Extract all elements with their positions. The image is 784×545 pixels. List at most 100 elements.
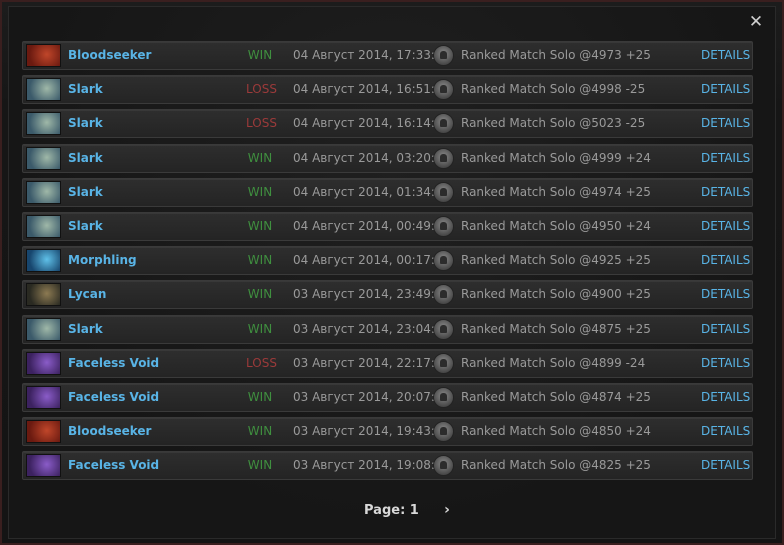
match-result: WIN bbox=[247, 458, 273, 473]
ranked-mode-icon bbox=[433, 386, 454, 408]
slark-portrait-icon bbox=[26, 146, 61, 170]
match-mode: Ranked Match Solo @4925 +25 bbox=[461, 253, 651, 268]
match-date: 04 Август 2014, 00:49:32 bbox=[293, 218, 451, 233]
details-link[interactable]: DETAILS bbox=[701, 356, 750, 370]
bloodseeker-portrait-icon bbox=[26, 44, 61, 67]
ranked-mode-icon bbox=[433, 352, 454, 374]
hero-name: Slark bbox=[68, 321, 103, 336]
match-result: WIN bbox=[247, 150, 273, 165]
details-link[interactable]: DETAILS bbox=[701, 116, 750, 130]
details-link[interactable]: DETAILS bbox=[701, 219, 750, 233]
match-result: LOSS bbox=[246, 355, 277, 370]
hero-name: Slark bbox=[68, 150, 103, 165]
details-link[interactable]: DETAILS bbox=[701, 253, 750, 267]
hero-name: Faceless Void bbox=[68, 458, 160, 473]
details-link[interactable]: DETAILS bbox=[701, 424, 750, 438]
match-list: Bloodseeker WIN 04 Август 2014, 17:33:40 Ra… bbox=[22, 41, 753, 485]
ranked-mode-icon bbox=[433, 421, 454, 443]
match-mode: Ranked Match Solo @4950 +24 bbox=[461, 218, 651, 233]
match-date: 04 Август 2014, 17:33:40 bbox=[293, 48, 451, 62]
match-row[interactable]: Lycan WIN 03 Август 2014, 23:49:38 Ranked M… bbox=[22, 280, 753, 310]
hero-name: Slark bbox=[68, 116, 103, 131]
hero-name: Morphling bbox=[68, 253, 137, 268]
close-icon[interactable]: ✕ bbox=[747, 13, 765, 31]
match-mode: Ranked Match Solo @4850 +24 bbox=[461, 424, 651, 439]
details-link[interactable]: DETAILS bbox=[701, 185, 750, 199]
match-mode: Ranked Match Solo @4875 +25 bbox=[461, 321, 651, 336]
faceless-void-portrait-icon bbox=[26, 351, 61, 375]
ranked-mode-icon bbox=[433, 45, 454, 66]
details-link[interactable]: DETAILS bbox=[701, 287, 750, 301]
match-mode: Ranked Match Solo @4999 +24 bbox=[461, 150, 651, 165]
hero-name: Slark bbox=[68, 82, 103, 97]
match-result: WIN bbox=[247, 389, 273, 404]
ranked-mode-icon bbox=[433, 284, 454, 306]
hero-name: Slark bbox=[68, 218, 103, 233]
match-row[interactable]: Slark WIN 04 Август 2014, 03:20:57 Ranked M… bbox=[22, 143, 753, 173]
match-result: WIN bbox=[247, 424, 273, 439]
details-link[interactable]: DETAILS bbox=[701, 48, 750, 62]
slark-portrait-icon bbox=[26, 78, 61, 102]
ranked-mode-icon bbox=[433, 250, 454, 272]
match-date: 04 Август 2014, 01:34:38 bbox=[293, 184, 451, 199]
match-date: 03 Август 2014, 19:43:34 bbox=[293, 424, 451, 439]
lycan-portrait-icon bbox=[26, 283, 61, 307]
match-result: WIN bbox=[247, 184, 273, 199]
match-row[interactable]: Slark LOSS 04 Август 2014, 16:14:13 Ranked … bbox=[22, 109, 753, 139]
match-result: LOSS bbox=[246, 82, 277, 97]
ranked-mode-icon bbox=[433, 147, 454, 169]
match-mode: Ranked Match Solo @4874 +25 bbox=[461, 389, 651, 404]
match-row[interactable]: Faceless Void WIN 03 Август 2014, 20:07:36… bbox=[22, 382, 753, 412]
match-row[interactable]: Slark WIN 04 Август 2014, 00:49:32 Ranked M… bbox=[22, 211, 753, 241]
ranked-mode-icon bbox=[433, 181, 454, 203]
match-date: 04 Август 2014, 03:20:57 bbox=[293, 150, 451, 165]
faceless-void-portrait-icon bbox=[26, 385, 61, 409]
match-mode: Ranked Match Solo @4899 -24 bbox=[461, 355, 646, 370]
match-date: 03 Август 2014, 19:08:44 bbox=[293, 458, 451, 473]
match-result: WIN bbox=[247, 48, 273, 62]
match-result: WIN bbox=[247, 253, 273, 268]
details-link[interactable]: DETAILS bbox=[701, 390, 750, 404]
bloodseeker-portrait-icon bbox=[26, 420, 61, 444]
slark-portrait-icon bbox=[26, 317, 61, 341]
details-link[interactable]: DETAILS bbox=[701, 458, 750, 472]
match-row[interactable]: Bloodseeker WIN 04 Август 2014, 17:33:40 Ra… bbox=[22, 41, 753, 70]
details-link[interactable]: DETAILS bbox=[701, 151, 750, 165]
match-mode: Ranked Match Solo @4973 +25 bbox=[461, 48, 651, 62]
details-link[interactable]: DETAILS bbox=[701, 322, 750, 336]
match-row[interactable]: Slark LOSS 04 Август 2014, 16:51:35 Ranked … bbox=[22, 75, 753, 105]
match-row[interactable]: Faceless Void WIN 03 Август 2014, 19:08:44… bbox=[22, 451, 753, 481]
match-result: WIN bbox=[247, 321, 273, 336]
match-row[interactable]: Morphling WIN 04 Август 2014, 00:17:12 Rank… bbox=[22, 246, 753, 276]
match-result: WIN bbox=[247, 218, 273, 233]
match-date: 03 Август 2014, 22:17:49 bbox=[293, 355, 451, 370]
ranked-mode-icon bbox=[433, 79, 454, 101]
ranked-mode-icon bbox=[433, 455, 454, 477]
hero-name: Slark bbox=[68, 184, 103, 199]
faceless-void-portrait-icon bbox=[26, 454, 61, 478]
next-page-chevron-icon[interactable]: › bbox=[440, 502, 454, 520]
match-result: WIN bbox=[247, 287, 273, 302]
match-date: 04 Август 2014, 16:51:35 bbox=[293, 82, 451, 97]
match-row[interactable]: Slark WIN 03 Август 2014, 23:04:40 Ranked M… bbox=[22, 314, 753, 344]
match-mode: Ranked Match Solo @4825 +25 bbox=[461, 458, 651, 473]
slark-portrait-icon bbox=[26, 112, 61, 136]
slark-portrait-icon bbox=[26, 214, 61, 238]
match-date: 03 Август 2014, 23:04:40 bbox=[293, 321, 451, 336]
hero-name: Faceless Void bbox=[68, 355, 160, 370]
match-date: 04 Август 2014, 00:17:12 bbox=[293, 253, 451, 268]
hero-name: Faceless Void bbox=[68, 389, 160, 404]
match-date: 04 Август 2014, 16:14:13 bbox=[293, 116, 451, 131]
match-result: LOSS bbox=[246, 116, 277, 131]
hero-name: Bloodseeker bbox=[68, 424, 152, 439]
match-mode: Ranked Match Solo @5023 -25 bbox=[461, 116, 646, 131]
match-mode: Ranked Match Solo @4998 -25 bbox=[461, 82, 646, 97]
match-date: 03 Август 2014, 20:07:36 bbox=[293, 389, 451, 404]
match-row[interactable]: Faceless Void LOSS 03 Август 2014, 22:17:4… bbox=[22, 348, 753, 378]
match-row[interactable]: Bloodseeker WIN 03 Август 2014, 19:43:34 Ra… bbox=[22, 417, 753, 447]
match-mode: Ranked Match Solo @4900 +25 bbox=[461, 287, 651, 302]
details-link[interactable]: DETAILS bbox=[701, 82, 750, 96]
match-row[interactable]: Slark WIN 04 Август 2014, 01:34:38 Ranked M… bbox=[22, 177, 753, 207]
page-indicator: Page: 1 bbox=[364, 503, 419, 518]
match-date: 03 Август 2014, 23:49:38 bbox=[293, 287, 451, 302]
